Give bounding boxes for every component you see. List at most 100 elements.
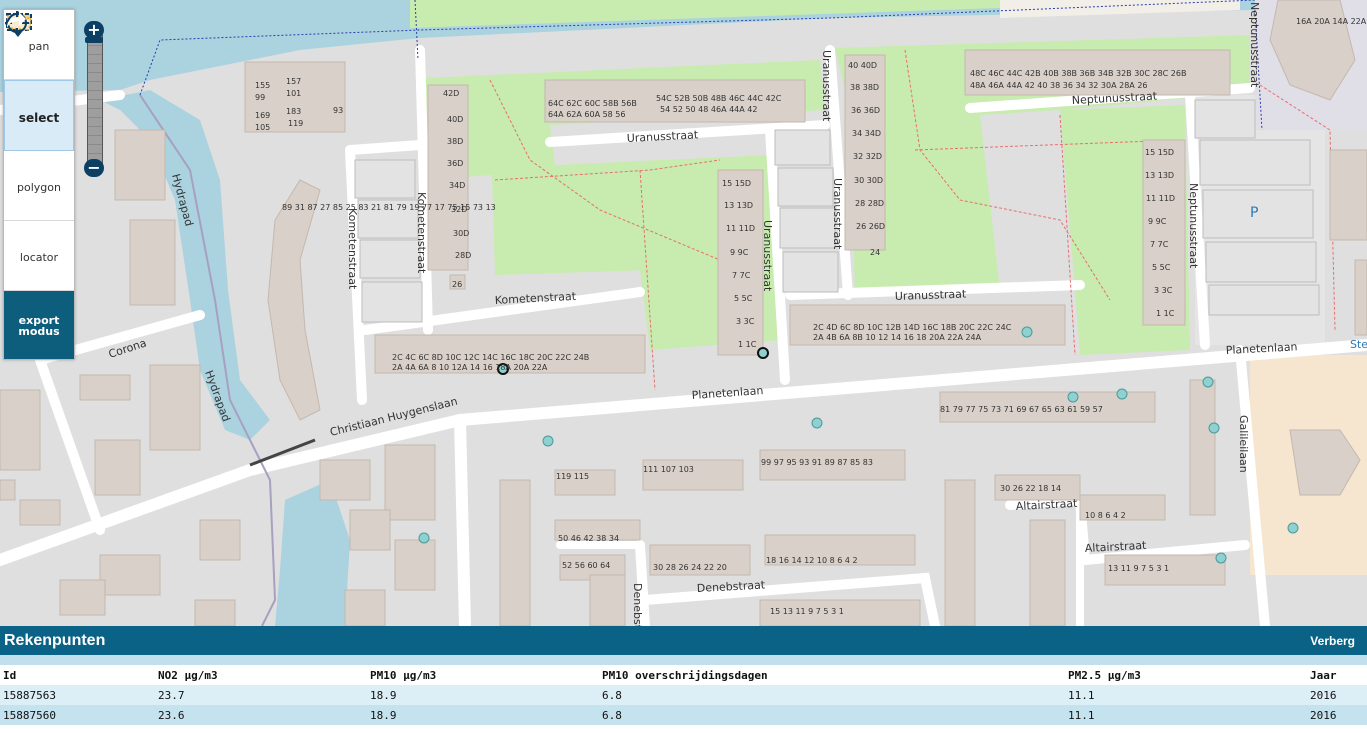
- house-number: 101: [286, 89, 301, 98]
- column-header[interactable]: PM2.5 µg/m3: [1065, 665, 1307, 685]
- cell-pm10-days: 6.8: [599, 705, 1065, 725]
- street-label: Uranusstraat: [895, 287, 967, 303]
- house-number: 9 9C: [1148, 217, 1167, 226]
- street-label: Denebst: [631, 583, 644, 626]
- panel-spacer: [0, 655, 1367, 665]
- column-header[interactable]: PM10 µg/m3: [367, 665, 599, 685]
- house-number: 9 9C: [730, 248, 749, 257]
- house-number: 38 38D: [850, 83, 879, 92]
- house-number: 30 30D: [854, 176, 883, 185]
- house-number: 42D: [443, 89, 459, 98]
- cell-pm10-days: 6.8: [599, 685, 1065, 705]
- house-number: 99: [255, 93, 265, 102]
- polygon-label: polygon: [17, 181, 61, 194]
- cell-pm25: 11.1: [1065, 705, 1307, 725]
- house-number: 36 36D: [851, 106, 880, 115]
- house-number: 1 1C: [1156, 309, 1175, 318]
- house-number: 30D: [453, 229, 469, 238]
- house-number: 40D: [447, 115, 463, 124]
- selected-point[interactable]: [757, 347, 769, 359]
- house-number: 2A 4A 6A 8 10 12A 14 16 18A 20A 22A: [392, 363, 548, 372]
- results-table: Id NO2 µg/m3 PM10 µg/m3 PM10 overschrijd…: [0, 665, 1367, 725]
- cell-no2: 23.6: [155, 705, 367, 725]
- cell-id: 15887560: [0, 705, 155, 725]
- panel-title: Rekenpunten: [4, 631, 106, 649]
- house-number: 7 7C: [1150, 240, 1169, 249]
- house-number: 7 7C: [732, 271, 751, 280]
- house-number: 48C 46C 44C 42B 40B 38B 36B 34B 32B 30C …: [970, 69, 1186, 78]
- house-number: 2A 4B 6A 8B 10 12 14 16 18 20A 22A 24A: [813, 333, 982, 342]
- share-arrow-icon: [7, 12, 26, 28]
- cell-id: 15887563: [0, 685, 155, 705]
- house-number: 2C 4D 6C 8D 10C 12B 14D 16C 18B 20C 22C …: [813, 323, 1012, 332]
- house-number: 1 1C: [738, 340, 757, 349]
- house-number: 26: [452, 280, 462, 289]
- locator-label: locator: [19, 251, 59, 264]
- house-number: 54 52 50 48 46A 44A 42: [660, 105, 757, 114]
- house-number: 155: [255, 81, 270, 90]
- house-number: 28 28D: [855, 199, 884, 208]
- house-number: 111 107 103: [643, 465, 694, 474]
- column-header[interactable]: Jaar: [1307, 665, 1367, 685]
- street-label: Uranusstraat: [831, 178, 844, 250]
- house-number: 3 3C: [736, 317, 755, 326]
- table-row[interactable]: 15887563 23.7 18.9 6.8 11.1 2016: [0, 685, 1367, 705]
- house-number: 54C 52B 50B 48B 46C 44C 42C: [656, 94, 782, 103]
- house-number: 64C 62C 60C 58B 56B: [548, 99, 637, 108]
- cell-year: 2016: [1307, 685, 1367, 705]
- locator-tool[interactable]: locator: [4, 11, 74, 291]
- select-tool[interactable]: select: [4, 13, 74, 151]
- house-number: 5 5C: [734, 294, 753, 303]
- house-number: 119: [288, 119, 303, 128]
- cell-year: 2016: [1307, 705, 1367, 725]
- house-number: 38D: [447, 137, 463, 146]
- house-number: 11 11D: [1146, 194, 1175, 203]
- house-number: 5 5C: [1152, 263, 1171, 272]
- street-label: Sten: [1350, 338, 1367, 351]
- house-number: 48A 46A 44A 42 40 38 36 34 32 30A 28A 26: [970, 81, 1148, 90]
- column-header[interactable]: Id: [0, 665, 155, 685]
- zoom-slider-track[interactable]: [87, 35, 103, 168]
- house-number: 52 56 60 64: [562, 561, 610, 570]
- table-row[interactable]: 15887560 23.6 18.9 6.8 11.1 2016: [0, 705, 1367, 725]
- zoom-in-button[interactable]: +: [84, 21, 104, 39]
- table-header-row: Id NO2 µg/m3 PM10 µg/m3 PM10 overschrijd…: [0, 665, 1367, 685]
- street-label: Uranusstraat: [626, 128, 699, 145]
- house-number: 30 26 22 18 14: [1000, 484, 1061, 493]
- house-number: 50 46 42 38 34: [558, 534, 619, 543]
- map-view[interactable]: Uranusstraat Neptunusstraat Kometenstraa…: [0, 0, 1367, 626]
- house-number: 119 115: [556, 472, 589, 481]
- parking-label: P: [1250, 205, 1258, 221]
- house-number: 13 13D: [724, 201, 753, 210]
- select-label: select: [18, 110, 60, 125]
- street-label: Uranusstraat: [820, 50, 833, 122]
- pan-label: pan: [28, 40, 50, 53]
- export-mode-button[interactable]: export modus: [4, 12, 74, 359]
- panel-header: Rekenpunten Verberg: [0, 626, 1367, 655]
- house-number: 24: [870, 248, 880, 257]
- house-number: 32 32D: [853, 152, 882, 161]
- street-label: Galileilaan: [1237, 415, 1250, 473]
- hide-panel-link[interactable]: Verberg: [1310, 634, 1355, 648]
- house-number: 81 79 77 75 73 71 69 67 65 63 61 59 57: [940, 405, 1103, 414]
- map-canvas[interactable]: Uranusstraat Neptunusstraat Kometenstraa…: [0, 0, 1367, 626]
- zoom-out-button[interactable]: −: [84, 159, 104, 177]
- house-number: 30 28 26 24 22 20: [653, 563, 727, 572]
- column-header[interactable]: PM10 overschrijdingsdagen: [599, 665, 1065, 685]
- export-label: export modus: [18, 315, 59, 337]
- street-label: Neptunusstraat: [1187, 183, 1200, 269]
- street-label: Uranusstraat: [761, 220, 774, 292]
- house-number: 15 15D: [722, 179, 751, 188]
- house-number: 64A 62A 60A 58 56: [548, 110, 626, 119]
- house-number: 99 97 95 93 91 89 87 85 83: [761, 458, 873, 467]
- house-number: 105: [255, 123, 270, 132]
- column-header[interactable]: NO2 µg/m3: [155, 665, 367, 685]
- export-label-line2: modus: [18, 325, 60, 338]
- street-label: Neptunusstraat: [1248, 2, 1261, 88]
- house-number: 3 3C: [1154, 286, 1173, 295]
- house-number: 183: [286, 107, 301, 116]
- house-number: 169: [255, 111, 270, 120]
- house-number: 28D: [455, 251, 471, 260]
- polygon-tool[interactable]: polygon: [4, 13, 74, 221]
- house-number: 13 11 9 7 5 3 1: [1108, 564, 1169, 573]
